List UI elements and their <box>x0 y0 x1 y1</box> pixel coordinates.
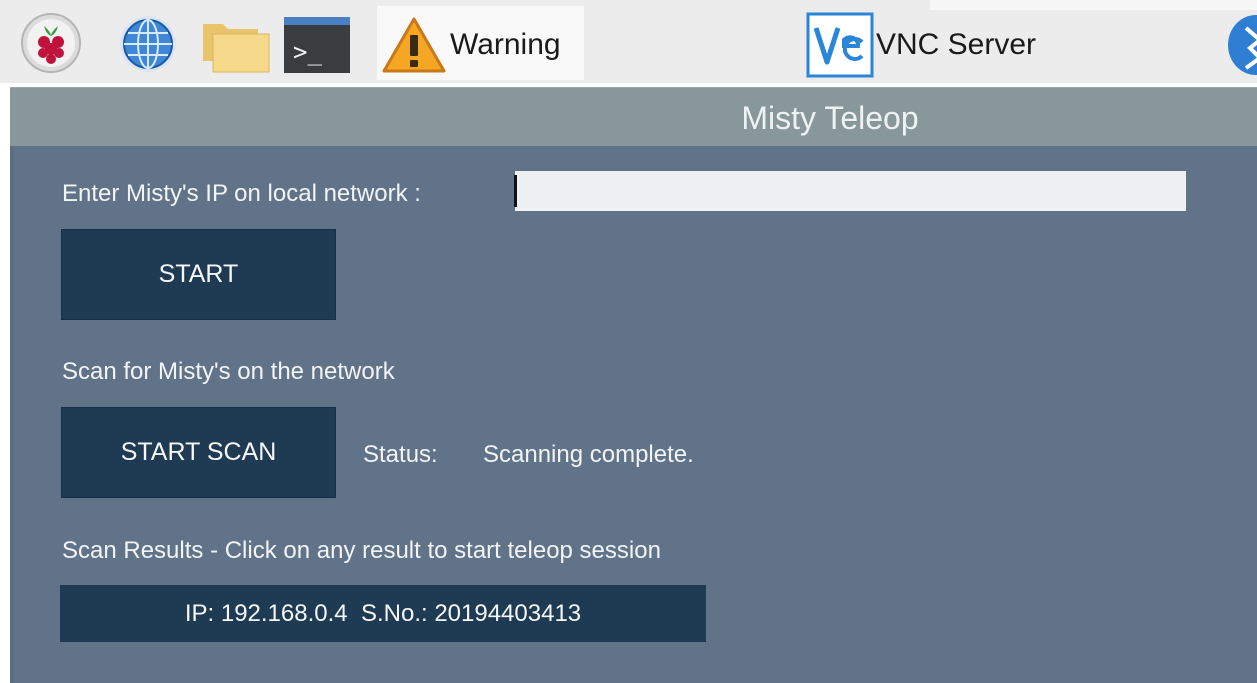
text-cursor <box>514 175 517 207</box>
vnc-server-label[interactable]: VNC Server <box>876 28 1036 62</box>
svg-text:>_: >_ <box>293 38 322 66</box>
taskbar-edge <box>930 0 1257 10</box>
raspberry-menu-icon[interactable] <box>20 12 82 79</box>
status-label: Status: <box>363 441 438 468</box>
file-manager-icon[interactable] <box>199 18 271 79</box>
bluetooth-icon[interactable] <box>1226 14 1257 81</box>
start-button[interactable]: START <box>61 229 336 320</box>
window-title: Misty Teleop <box>741 100 919 136</box>
warning-icon <box>381 16 447 79</box>
status-value: Scanning complete. <box>483 441 694 468</box>
window-titlebar[interactable]: Misty Teleop <box>10 87 1257 146</box>
scan-result-item[interactable]: IP: 192.168.0.4 S.No.: 20194403413 <box>60 585 706 642</box>
taskbar: >_ Warning VNC Server <box>0 0 1257 83</box>
ip-input[interactable] <box>515 171 1186 211</box>
ip-label: Enter Misty's IP on local network : <box>62 180 421 207</box>
vnc-icon <box>806 12 874 83</box>
scan-results-label: Scan Results - Click on any result to st… <box>62 537 661 564</box>
warning-label: Warning <box>450 28 561 61</box>
terminal-icon[interactable]: >_ <box>283 16 351 79</box>
start-scan-button[interactable]: START SCAN <box>61 407 336 498</box>
web-browser-icon[interactable] <box>118 14 178 79</box>
scan-label: Scan for Misty's on the network <box>62 358 395 385</box>
